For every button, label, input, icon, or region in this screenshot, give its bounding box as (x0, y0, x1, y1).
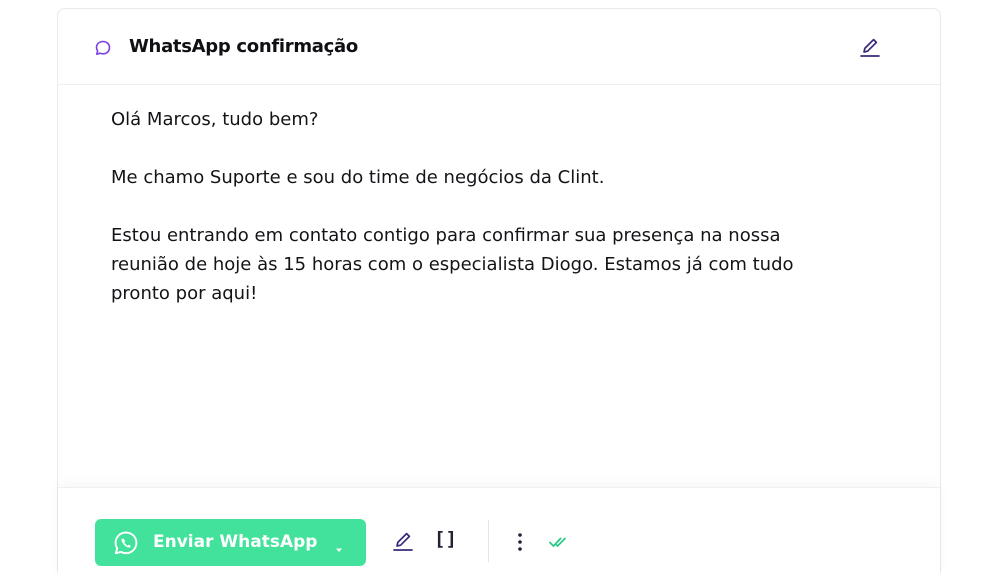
chat-bubble-icon (95, 40, 111, 56)
edit-template-pencil-icon[interactable] (858, 35, 882, 59)
send-whatsapp-label: Enviar WhatsApp (153, 532, 318, 552)
message-paragraph: Estou entrando em contato contigo para c… (111, 225, 794, 304)
whatsapp-icon (113, 530, 139, 556)
insert-variable-button[interactable]: [] (434, 528, 457, 550)
action-footer: Enviar WhatsApp [] (58, 487, 940, 579)
vertical-dots-icon[interactable] (514, 530, 526, 554)
message-paragraph: Me chamo Suporte e sou do time de negóci… (111, 167, 605, 188)
whatsapp-confirmation-card: WhatsApp confirmação Olá Marcos, tudo be… (57, 8, 941, 579)
card-title: WhatsApp confirmação (129, 36, 358, 57)
edit-message-pencil-icon[interactable] (391, 530, 415, 554)
double-check-icon (548, 534, 572, 550)
card-header: WhatsApp confirmação (58, 9, 940, 85)
caret-down-icon[interactable] (335, 539, 343, 552)
message-body: Olá Marcos, tudo bem? Me chamo Suporte e… (111, 105, 841, 308)
toolbar-divider (488, 520, 489, 562)
message-paragraph: Olá Marcos, tudo bem? (111, 109, 319, 130)
send-whatsapp-button[interactable]: Enviar WhatsApp (95, 519, 366, 566)
